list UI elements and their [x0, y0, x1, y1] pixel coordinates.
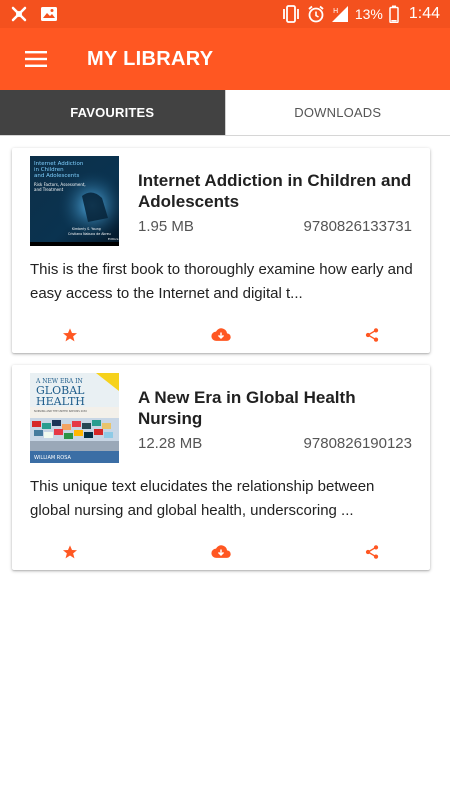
cloud-download-icon[interactable]: [211, 542, 231, 562]
app-title: MY LIBRARY: [87, 47, 214, 70]
svg-text:Cristiano Nabuco de Abreu: Cristiano Nabuco de Abreu: [68, 232, 111, 236]
book-description: This is the first book to thoroughly exa…: [30, 261, 413, 302]
svg-text:Editors: Editors: [108, 237, 119, 241]
network-type-label: H: [333, 7, 338, 15]
clock-time: 1:44: [408, 5, 440, 22]
favourite-star-icon[interactable]: [60, 542, 80, 562]
app-screen: H 13% 1:44 MY LIBRARY FAVOURITES DOWNLOA…: [0, 0, 450, 800]
app-notification-icon: [10, 5, 28, 23]
status-right: H 13% 1:44: [281, 5, 440, 23]
book-cover-image: A NEW ERA IN GLOBAL HEALTH NURSING AND T…: [30, 373, 119, 463]
svg-text:NURSING AND THE UNITED NATIONS: NURSING AND THE UNITED NATIONS 2030: [34, 409, 87, 413]
book-card[interactable]: Internet Addiction in Children and Adole…: [12, 148, 430, 353]
book-title[interactable]: A New Era in Global Health Nursing: [138, 387, 418, 429]
signal-icon: H: [331, 5, 349, 23]
book-description: This unique text elucidates the relation…: [30, 478, 375, 519]
alarm-icon: [307, 5, 325, 23]
share-icon[interactable]: [362, 325, 382, 345]
battery-percent: 13%: [354, 6, 383, 22]
cloud-download-icon[interactable]: [211, 325, 231, 345]
hamburger-menu-icon[interactable]: [24, 47, 48, 71]
image-notification-icon: [40, 6, 58, 22]
book-file-size: 12.28 MB: [138, 435, 203, 452]
tab-downloads[interactable]: DOWNLOADS: [224, 90, 450, 135]
status-left: [10, 5, 58, 23]
book-cover-image: Internet Addiction in Children and Adole…: [30, 156, 119, 246]
svg-text:HEALTH: HEALTH: [36, 395, 85, 408]
book-card[interactable]: A NEW ERA IN GLOBAL HEALTH NURSING AND T…: [12, 365, 430, 570]
favourite-star-icon[interactable]: [60, 325, 80, 345]
book-isbn: 9780826190123: [303, 435, 412, 452]
book-actions: [12, 325, 430, 345]
book-title[interactable]: Internet Addiction in Children and Adole…: [138, 170, 418, 212]
svg-text:and Adolescents: and Adolescents: [34, 173, 79, 179]
battery-icon: [389, 5, 399, 23]
svg-text:Kimberly S. Young: Kimberly S. Young: [72, 227, 101, 231]
share-icon[interactable]: [362, 542, 382, 562]
app-bar: MY LIBRARY: [0, 28, 450, 90]
status-bar: H 13% 1:44: [0, 0, 450, 28]
tab-favourites[interactable]: FAVOURITES: [0, 90, 225, 135]
svg-text:WILLIAM ROSA: WILLIAM ROSA: [34, 455, 71, 461]
svg-text:and Treatment: and Treatment: [34, 187, 64, 192]
library-tabs: FAVOURITES DOWNLOADS: [0, 90, 450, 136]
book-isbn: 9780826133731: [303, 218, 412, 235]
vibrate-icon: [281, 5, 301, 23]
book-file-size: 1.95 MB: [138, 218, 194, 235]
book-actions: [12, 542, 430, 562]
